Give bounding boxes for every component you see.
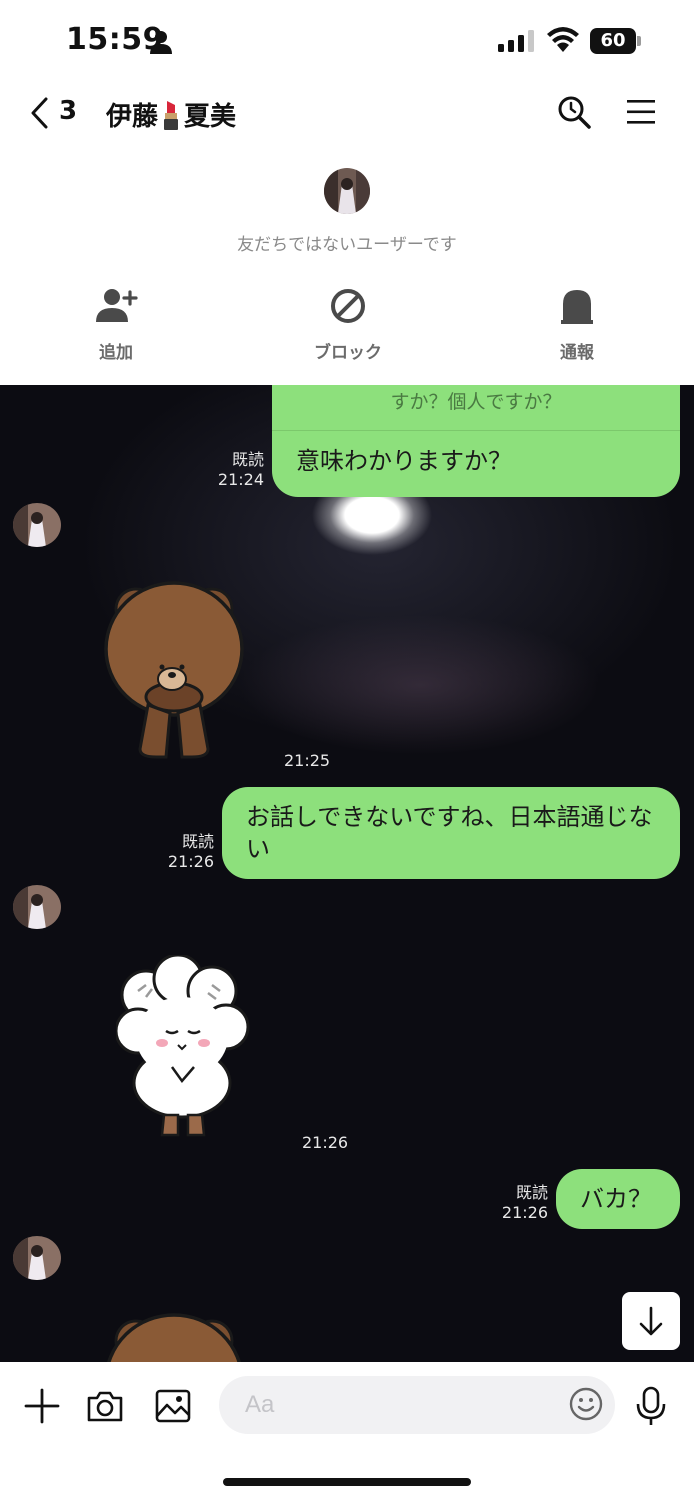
message-time: 21:24 [217,470,264,489]
brown-bear-sticker-partial[interactable] [100,1309,248,1362]
image-icon[interactable] [154,1388,192,1424]
home-indicator[interactable] [223,1478,471,1486]
battery-indicator: 60 [590,28,642,54]
block-label: ブロック [314,343,382,363]
scroll-to-bottom-button[interactable] [622,1292,680,1350]
chat-title: 伊藤 夏美 [106,96,236,133]
white-sheep-bow-sticker[interactable] [116,955,250,1145]
microphone-icon[interactable] [636,1386,666,1426]
sender-avatar[interactable] [13,503,61,547]
non-friend-panel: 友だちではないユーザーです 追加 ブロック 通報 [0,150,694,385]
arrow-down-icon [639,1306,663,1336]
message-text: 意味わかりますか？ [296,447,512,475]
status-bar: 15:59 60 [0,0,694,80]
message-time: 21:26 [302,1133,349,1152]
menu-icon[interactable] [626,98,656,126]
search-icon[interactable] [556,94,592,130]
plus-icon[interactable] [24,1388,60,1424]
chat-message-list[interactable]: すか？個人ですか？ 意味わかりますか？ 既読 21:24 21:25 お話しでき… [0,385,694,1362]
avatar-photo [13,885,61,929]
emoji-icon[interactable] [568,1386,604,1422]
report-button[interactable]: 通報 [517,286,637,366]
message-time: 21:26 [167,852,214,871]
read-receipt: 既読 [515,1183,548,1202]
chat-title-name-part1: 伊藤 [106,102,159,132]
chat-header: 3 伊藤 夏美 [0,80,694,146]
contact-avatar[interactable] [324,168,370,214]
add-friend-label: 追加 [99,343,133,363]
camera-icon[interactable] [86,1388,124,1424]
sender-avatar[interactable] [13,1236,61,1280]
block-icon [331,289,365,323]
sent-message-bubble[interactable]: バカ？ [556,1169,680,1229]
read-receipt: 既読 [181,832,214,851]
sent-message-bubble[interactable]: お話しできないですね、日本語通じない [222,787,680,879]
brown-bear-bow-sticker[interactable] [100,577,248,763]
person-icon [150,31,172,54]
message-text: バカ？ [580,1185,652,1213]
back-chevron-icon[interactable] [28,96,50,130]
message-meta: 既読 21:26 [480,1183,548,1223]
avatar-photo [13,503,61,547]
wifi-icon [547,27,579,52]
battery-tip [637,36,641,46]
block-button[interactable]: ブロック [288,286,408,366]
message-meta: 既読 21:24 [196,450,264,490]
battery-level: 60 [600,30,626,51]
message-input[interactable] [219,1376,615,1434]
unread-count[interactable]: 3 [59,96,77,126]
add-friend-icon [96,289,138,322]
sender-avatar[interactable] [13,885,61,929]
message-time: 21:26 [501,1203,548,1222]
cellular-signal-icon [498,30,534,52]
non-friend-notice: 友だちではないユーザーです [237,235,457,255]
report-label: 通報 [560,343,594,363]
message-text: お話しできないですね、日本語通じない [246,803,653,863]
quoted-message-text: すか？個人ですか？ [390,391,562,413]
read-receipt: 既読 [231,450,264,469]
message-time: 21:25 [284,751,331,770]
chat-title-name-part2: 夏美 [184,102,237,132]
quote-divider [272,430,680,431]
avatar-photo [13,1236,61,1280]
report-icon [561,290,593,324]
avatar-photo [324,168,370,214]
sent-message-bubble[interactable]: すか？個人ですか？ 意味わかりますか？ [272,385,680,497]
message-meta: 既読 21:26 [146,832,214,872]
lipstick-emoji-icon [164,101,179,130]
add-friend-button[interactable]: 追加 [56,286,176,366]
